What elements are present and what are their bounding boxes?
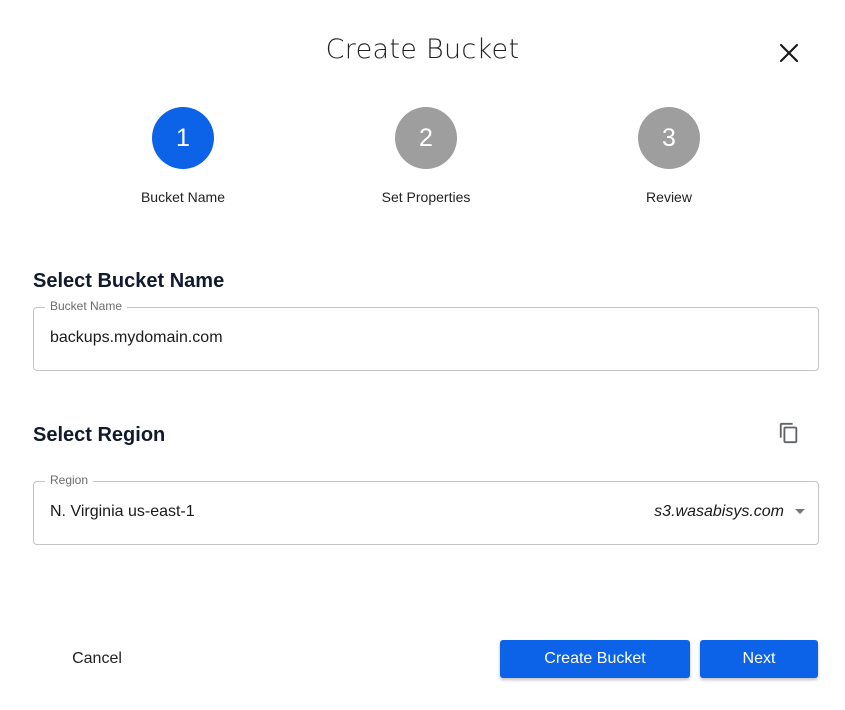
- close-button[interactable]: [774, 38, 804, 68]
- region-selected-value: N. Virginia us-east-1: [50, 503, 195, 520]
- step-label: Set Properties: [381, 189, 471, 205]
- region-select[interactable]: Region N. Virginia us-east-1 s3.wasabisy…: [33, 473, 819, 545]
- bucket-name-field[interactable]: Bucket Name: [33, 299, 819, 371]
- create-bucket-dialog: Create Bucket 1 Bucket Name 2 Set Proper…: [0, 0, 845, 710]
- close-icon: [779, 43, 799, 63]
- chevron-down-icon[interactable]: [795, 509, 805, 514]
- next-button[interactable]: Next: [700, 640, 818, 678]
- bucket-name-input[interactable]: [50, 329, 650, 347]
- region-section-title: Select Region: [33, 424, 166, 446]
- step-circle: 1: [152, 107, 214, 169]
- region-field-label: Region: [45, 473, 94, 487]
- region-endpoint: s3.wasabisys.com: [654, 503, 784, 520]
- step-label: Review: [646, 189, 692, 205]
- create-bucket-button[interactable]: Create Bucket: [500, 640, 690, 678]
- copy-icon: [779, 422, 798, 443]
- step-circle: 2: [395, 107, 457, 169]
- dialog-title: Create Bucket: [325, 34, 520, 65]
- copy-button[interactable]: [776, 421, 802, 447]
- cancel-button[interactable]: Cancel: [50, 640, 144, 678]
- step-circle: 3: [638, 107, 700, 169]
- step-label: Bucket Name: [140, 189, 226, 205]
- stepper: 1 Bucket Name 2 Set Properties 3 Review: [0, 107, 845, 217]
- step-bucket-name: 1 Bucket Name: [93, 107, 273, 205]
- step-set-properties: 2 Set Properties: [336, 107, 516, 205]
- step-review: 3 Review: [579, 107, 759, 205]
- bucket-name-section-title: Select Bucket Name: [33, 270, 225, 292]
- bucket-name-field-label: Bucket Name: [45, 299, 128, 313]
